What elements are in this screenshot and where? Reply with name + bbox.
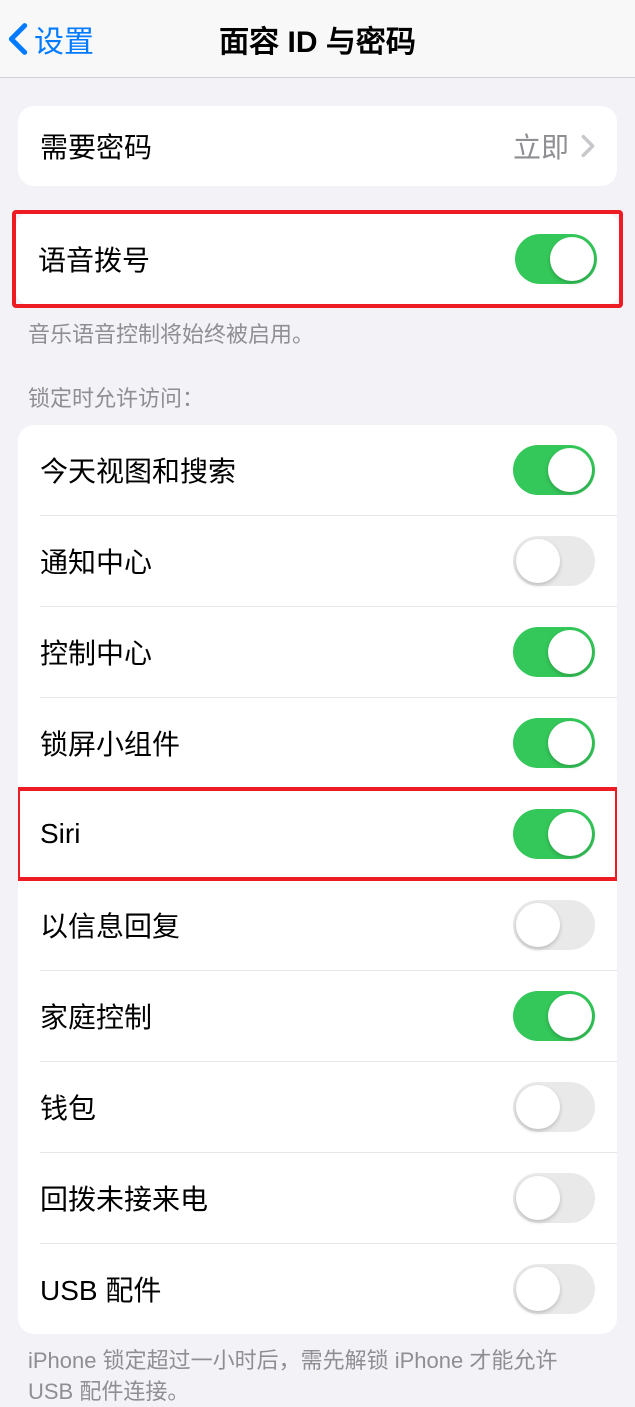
lock-access-row: Siri	[18, 789, 617, 879]
lock-access-toggle[interactable]	[513, 991, 595, 1041]
lock-access-toggle[interactable]	[513, 445, 595, 495]
lock-access-row: 以信息回复	[18, 880, 617, 970]
voice-dial-label: 语音拨号	[38, 239, 150, 279]
lock-access-label: Siri	[40, 818, 80, 850]
lock-access-row: 今天视图和搜索	[18, 425, 617, 515]
lock-access-group: 今天视图和搜索通知中心控制中心锁屏小组件 Siri 以信息回复家庭控制钱包回拨未接来…	[18, 425, 617, 1334]
passcode-value: 立即	[513, 126, 569, 166]
voice-dial-footer: 音乐语音控制将始终被启用。	[0, 308, 635, 351]
page-title: 面容 ID 与密码	[219, 17, 416, 61]
passcode-label: 需要密码	[40, 126, 152, 166]
lock-access-footer: iPhone 锁定超过一小时后，需先解锁 iPhone 才能允许 USB 配件连…	[0, 1334, 635, 1407]
lock-access-toggle[interactable]	[513, 1173, 595, 1223]
lock-access-row: 钱包	[18, 1062, 617, 1152]
lock-access-label: USB 配件	[40, 1269, 161, 1309]
nav-bar: 设置 面容 ID 与密码	[0, 0, 635, 78]
voice-dial-row: 语音拨号	[16, 214, 619, 304]
lock-access-list: 今天视图和搜索通知中心控制中心锁屏小组件 Siri 以信息回复家庭控制钱包回拨未接来…	[18, 425, 617, 1334]
voice-dial-toggle[interactable]	[515, 234, 597, 284]
lock-access-label: 今天视图和搜索	[40, 450, 236, 490]
lock-access-row: 家庭控制	[18, 971, 617, 1061]
passcode-row[interactable]: 需要密码 立即	[18, 106, 617, 186]
lock-access-toggle[interactable]	[513, 1082, 595, 1132]
lock-access-row: 通知中心	[18, 516, 617, 606]
lock-access-label: 控制中心	[40, 632, 152, 672]
content: 需要密码 立即 语音拨号 音乐语音控制将始终被启用。 锁定时允许访问： 今天	[0, 106, 635, 1407]
lock-access-label: 锁屏小组件	[40, 723, 180, 763]
lock-access-toggle[interactable]	[513, 536, 595, 586]
lock-access-row: 回拨未接来电	[18, 1153, 617, 1243]
lock-access-label: 钱包	[40, 1087, 96, 1127]
lock-access-row: 锁屏小组件	[18, 698, 617, 788]
lock-access-label: 通知中心	[40, 541, 152, 581]
lock-access-label: 以信息回复	[40, 905, 180, 945]
lock-access-label: 家庭控制	[40, 996, 152, 1036]
lock-access-toggle[interactable]	[513, 1264, 595, 1314]
back-button[interactable]: 设置	[8, 17, 94, 61]
chevron-right-icon	[581, 134, 595, 158]
voice-dial-highlight: 语音拨号	[12, 210, 623, 308]
back-label: 设置	[34, 17, 94, 61]
lock-access-toggle[interactable]	[513, 627, 595, 677]
lock-access-toggle[interactable]	[513, 900, 595, 950]
lock-access-header: 锁定时允许访问：	[0, 381, 635, 425]
lock-access-toggle[interactable]	[513, 718, 595, 768]
lock-access-row: USB 配件	[18, 1244, 617, 1334]
lock-access-label: 回拨未接来电	[40, 1178, 208, 1218]
lock-access-toggle[interactable]	[513, 809, 595, 859]
lock-access-row: 控制中心	[18, 607, 617, 697]
passcode-group: 需要密码 立即	[18, 106, 617, 186]
chevron-left-icon	[8, 22, 28, 56]
